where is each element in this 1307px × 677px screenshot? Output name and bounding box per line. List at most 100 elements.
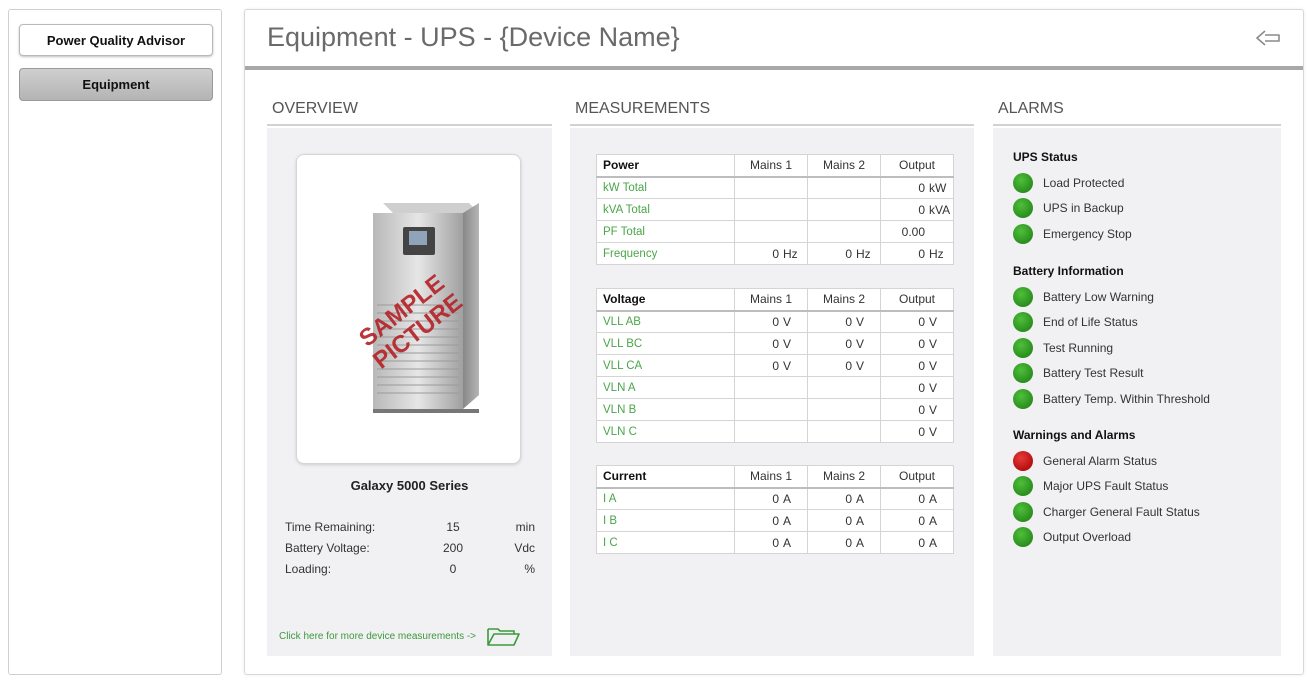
nav-power-quality-advisor-button[interactable]: Power Quality Advisor xyxy=(19,24,213,56)
measurement-cell: 0A xyxy=(734,531,808,554)
alarm-group-battery-information: Battery Information Battery Low Warning … xyxy=(1013,264,1210,412)
alarm-item: Major UPS Fault Status xyxy=(1013,474,1200,500)
status-led-green-icon xyxy=(1013,501,1033,522)
alarms-body: UPS Status Load Protected UPS in Backup … xyxy=(993,128,1281,656)
alarms-section: ALARMS UPS Status Load Protected UPS in … xyxy=(993,96,1281,656)
measurement-cell: 0V xyxy=(880,398,954,421)
measurement-cell: 0V xyxy=(734,354,808,377)
status-led-green-icon xyxy=(1013,172,1033,193)
alarm-group-ups-status: UPS Status Load Protected UPS in Backup … xyxy=(1013,150,1132,247)
stat-unit: % xyxy=(524,561,535,576)
measurement-cell xyxy=(807,376,881,399)
measurement-label[interactable]: VLL AB xyxy=(596,310,735,333)
table-header: Mains 2 xyxy=(807,154,881,178)
status-led-green-icon xyxy=(1013,476,1033,497)
alarm-label: Charger General Fault Status xyxy=(1043,504,1200,519)
more-measurements-link-text[interactable]: Click here for more device measurements … xyxy=(279,631,476,642)
alarm-item: Battery Low Warning xyxy=(1013,284,1210,310)
measurement-cell: 0V xyxy=(880,332,954,355)
stat-row-time-remaining: Time Remaining: 15 min xyxy=(285,516,535,537)
stat-label: Battery Voltage: xyxy=(285,540,370,555)
status-led-green-icon xyxy=(1013,337,1033,358)
measurement-cell: 0V xyxy=(734,332,808,355)
table-header: Mains 1 xyxy=(734,154,808,178)
measurement-cell: 0V xyxy=(880,420,954,443)
alarm-label: General Alarm Status xyxy=(1043,453,1158,468)
device-image: SAMPLE PICTURE xyxy=(296,154,521,464)
measurement-cell xyxy=(807,176,881,199)
table-header: Mains 2 xyxy=(807,288,881,312)
measurement-cell: 0A xyxy=(734,487,808,510)
table-row: VLN C 0V xyxy=(596,420,954,443)
measurement-cell xyxy=(807,198,881,221)
measurement-cell xyxy=(734,220,808,243)
measurement-label[interactable]: Frequency xyxy=(596,242,735,265)
measurement-cell: 0.00 xyxy=(880,220,954,243)
alarm-item: General Alarm Status xyxy=(1013,448,1200,474)
table-header: Output xyxy=(880,288,954,312)
measurement-cell xyxy=(807,398,881,421)
table-row: VLL AB 0V 0V 0V xyxy=(596,310,954,333)
table-header: Output xyxy=(880,465,954,489)
measurement-cell: 0A xyxy=(734,509,808,532)
measurement-cell: 0V xyxy=(880,310,954,333)
measurements-title: MEASUREMENTS xyxy=(570,96,974,126)
measurement-label[interactable]: VLL BC xyxy=(596,332,735,355)
alarm-label: Major UPS Fault Status xyxy=(1043,479,1169,494)
measurement-label[interactable]: VLL CA xyxy=(596,354,735,377)
measurement-label[interactable]: PF Total xyxy=(596,220,735,243)
measurement-cell xyxy=(734,398,808,421)
measurement-label[interactable]: kW Total xyxy=(596,176,735,199)
measurement-cell: 0V xyxy=(734,310,808,333)
measurement-cell xyxy=(734,198,808,221)
table-row: VLL CA 0V 0V 0V xyxy=(596,354,954,377)
measurement-label[interactable]: kVA Total xyxy=(596,198,735,221)
table-row: I C 0A 0A 0A xyxy=(596,531,954,554)
measurement-cell: 0 Hz xyxy=(807,242,881,265)
table-row: PF Total 0.00 xyxy=(596,220,954,243)
measurement-cell: 0 kW xyxy=(880,176,954,199)
alarm-label: Battery Low Warning xyxy=(1043,289,1154,304)
more-measurements-link[interactable]: Click here for more device measurements … xyxy=(279,625,520,647)
status-led-green-icon xyxy=(1013,198,1033,219)
measurement-label[interactable]: I B xyxy=(596,509,735,532)
measurement-label[interactable]: VLN A xyxy=(596,376,735,399)
status-led-green-icon xyxy=(1013,363,1033,384)
stat-label: Loading: xyxy=(285,561,332,576)
alarm-item: Battery Temp. Within Threshold xyxy=(1013,386,1210,412)
alarm-group-warnings-and-alarms: Warnings and Alarms General Alarm Status… xyxy=(1013,428,1200,550)
alarm-group-title: Battery Information xyxy=(1013,264,1124,278)
stat-row-loading: Loading: 0 % xyxy=(285,558,535,579)
open-folder-icon[interactable] xyxy=(486,625,520,647)
table-row: I B 0A 0A 0A xyxy=(596,509,954,532)
measurements-section: MEASUREMENTS Power Mains 1 Mains 2 Outpu… xyxy=(570,96,974,656)
status-led-green-icon xyxy=(1013,286,1033,307)
status-led-green-icon xyxy=(1013,527,1033,548)
back-arrow-icon[interactable] xyxy=(1255,29,1281,47)
measurements-body: Power Mains 1 Mains 2 Output kW Total 0k… xyxy=(570,128,974,656)
alarm-item: Battery Test Result xyxy=(1013,361,1210,387)
overview-body: SAMPLE PICTURE Galaxy 5000 Series Time R… xyxy=(267,128,552,656)
table-row: Frequency 0 Hz 0 Hz 0 Hz xyxy=(596,242,954,265)
voltage-table: Voltage Mains 1 Mains 2 Output VLL AB 0V… xyxy=(596,288,954,443)
alarm-label: Output Overload xyxy=(1043,530,1132,545)
measurement-label[interactable]: VLN B xyxy=(596,398,735,421)
table-row: kW Total 0 kW xyxy=(596,176,954,199)
measurement-cell: 0A xyxy=(807,509,881,532)
page-header: Equipment - UPS - {Device Name} xyxy=(245,10,1303,70)
measurement-label[interactable]: I A xyxy=(596,487,735,510)
current-table: Current Mains 1 Mains 2 Output I A 0A 0A… xyxy=(596,465,954,554)
measurement-cell xyxy=(734,420,808,443)
measurement-label[interactable]: I C xyxy=(596,531,735,554)
measurement-cell: 0 kVA xyxy=(880,198,954,221)
measurement-label[interactable]: VLN C xyxy=(596,420,735,443)
nav-equipment-button[interactable]: Equipment xyxy=(19,68,213,101)
measurement-cell xyxy=(807,420,881,443)
stat-value: 200 xyxy=(442,540,464,555)
measurement-cell xyxy=(734,376,808,399)
table-header: Output xyxy=(880,154,954,178)
measurement-cell: 0A xyxy=(807,487,881,510)
measurement-cell: 0V xyxy=(807,354,881,377)
table-header: Mains 2 xyxy=(807,465,881,489)
alarm-label: UPS in Backup xyxy=(1043,201,1124,216)
